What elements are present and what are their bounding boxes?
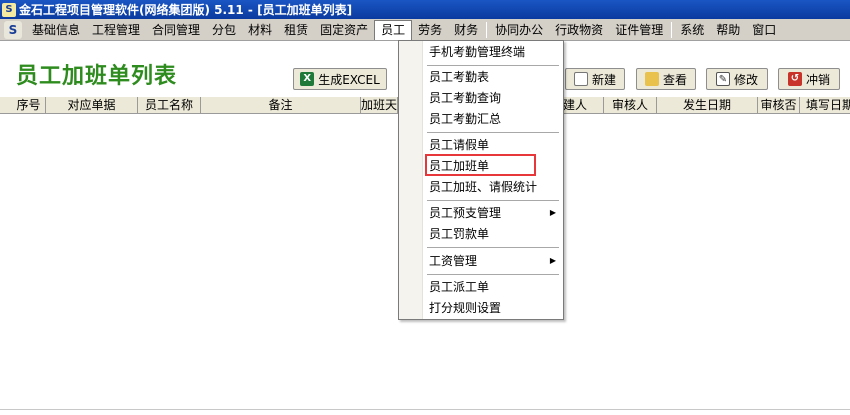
menu-certificates[interactable]: 证件管理 — [609, 20, 669, 40]
reverse-icon: ↺ — [787, 72, 802, 86]
menu-finance[interactable]: 财务 — [448, 20, 484, 40]
menu-divider — [427, 274, 559, 275]
reverse-label: 冲销 — [805, 72, 830, 87]
menu-bar: S 基础信息 工程管理 合同管理 分包 材料 租赁 固定资产 员工 劳务 财务 … — [0, 19, 850, 41]
submenu-arrow-icon: ▶ — [549, 208, 556, 217]
menu-material[interactable]: 材料 — [242, 20, 278, 40]
menu-advance-management[interactable]: 员工预支管理 ▶ — [424, 203, 562, 223]
col-reviewer[interactable]: 审核人 — [604, 97, 657, 114]
menu-icon-gutter — [399, 41, 423, 319]
menu-employee[interactable]: 员工 — [374, 19, 413, 40]
excel-icon: X — [300, 72, 315, 86]
menu-salary-management-label: 工资管理 — [429, 254, 478, 268]
menu-divider — [427, 247, 559, 248]
menu-advance-management-label: 员工预支管理 — [429, 206, 502, 220]
menu-leave-request[interactable]: 员工请假单 — [424, 135, 562, 155]
menu-mobile-attendance-terminal[interactable]: 手机考勤管理终端 — [424, 42, 562, 62]
menu-fixed-assets[interactable]: 固定资产 — [314, 20, 374, 40]
col-creator[interactable]: 建人 — [563, 97, 604, 114]
menu-dispatch-form[interactable]: 员工派工单 — [424, 277, 562, 297]
submenu-arrow-icon: ▶ — [549, 256, 556, 265]
edit-label: 修改 — [733, 72, 758, 87]
col-reviewed[interactable]: 审核否 — [758, 97, 800, 114]
col-occur-date[interactable]: 发生日期 — [657, 97, 758, 114]
menu-fine-form[interactable]: 员工罚款单 — [424, 224, 562, 244]
menu-collaboration[interactable]: 协同办公 — [489, 20, 549, 40]
export-excel-button[interactable]: X 生成EXCEL — [293, 68, 387, 90]
menu-system[interactable]: 系统 — [674, 20, 710, 40]
menu-separator — [486, 21, 488, 38]
col-remark[interactable]: 备注 — [201, 97, 361, 114]
app-window: S 金石工程项目管理软件(网络集团版) 5.11 - [员工加班单列表] S 基… — [0, 0, 850, 415]
export-excel-label: 生成EXCEL — [318, 72, 380, 87]
new-label: 新建 — [591, 72, 616, 87]
menu-attendance-sheet[interactable]: 员工考勤表 — [424, 67, 562, 87]
new-document-icon — [573, 72, 588, 86]
col-seq[interactable]: 序号 — [12, 97, 46, 114]
view-button[interactable]: 查看 — [636, 68, 696, 90]
col-related-doc[interactable]: 对应单据 — [46, 97, 138, 114]
menu-divider — [427, 132, 559, 133]
col-fill-date[interactable]: 填写日期 — [800, 97, 850, 114]
employee-dropdown-menu: 手机考勤管理终端 员工考勤表 员工考勤查询 员工考勤汇总 员工请假单 员工加班单… — [398, 40, 564, 320]
menu-admin-supplies[interactable]: 行政物资 — [549, 20, 609, 40]
menu-separator — [671, 21, 673, 38]
menu-basic-info[interactable]: 基础信息 — [26, 20, 86, 40]
menu-window[interactable]: 窗口 — [746, 20, 782, 40]
new-button[interactable]: 新建 — [565, 68, 625, 90]
menu-attendance-summary[interactable]: 员工考勤汇总 — [424, 109, 562, 129]
col-overtime-days[interactable]: 加班天 — [361, 97, 398, 114]
menu-divider — [427, 200, 559, 201]
col-employee-name[interactable]: 员工名称 — [138, 97, 201, 114]
menu-help[interactable]: 帮助 — [710, 20, 746, 40]
window-title: 金石工程项目管理软件(网络集团版) 5.11 - [员工加班单列表] — [19, 3, 353, 17]
highlight-box — [425, 154, 536, 176]
menu-divider — [427, 65, 559, 66]
reverse-button[interactable]: ↺ 冲销 — [778, 68, 840, 90]
menu-attendance-query[interactable]: 员工考勤查询 — [424, 88, 562, 108]
page-title: 员工加班单列表 — [16, 64, 178, 89]
menu-subcontract[interactable]: 分包 — [206, 20, 242, 40]
menu-lease[interactable]: 租赁 — [278, 20, 314, 40]
view-label: 查看 — [662, 72, 687, 87]
menu-contract[interactable]: 合同管理 — [146, 20, 206, 40]
app-logo-icon: S — [2, 2, 16, 17]
menu-overtime-leave-stats[interactable]: 员工加班、请假统计 — [424, 177, 562, 197]
edit-button[interactable]: ✎ 修改 — [706, 68, 768, 90]
menubar-logo-icon[interactable]: S — [4, 20, 22, 39]
menu-project[interactable]: 工程管理 — [86, 20, 146, 40]
menu-labor[interactable]: 劳务 — [412, 20, 448, 40]
menu-scoring-rules[interactable]: 打分规则设置 — [424, 298, 562, 318]
status-bar-divider — [0, 409, 850, 410]
folder-icon — [644, 72, 659, 86]
menu-salary-management[interactable]: 工资管理 ▶ — [424, 251, 562, 271]
edit-icon: ✎ — [715, 72, 730, 86]
title-bar: S 金石工程项目管理软件(网络集团版) 5.11 - [员工加班单列表] — [0, 0, 850, 19]
